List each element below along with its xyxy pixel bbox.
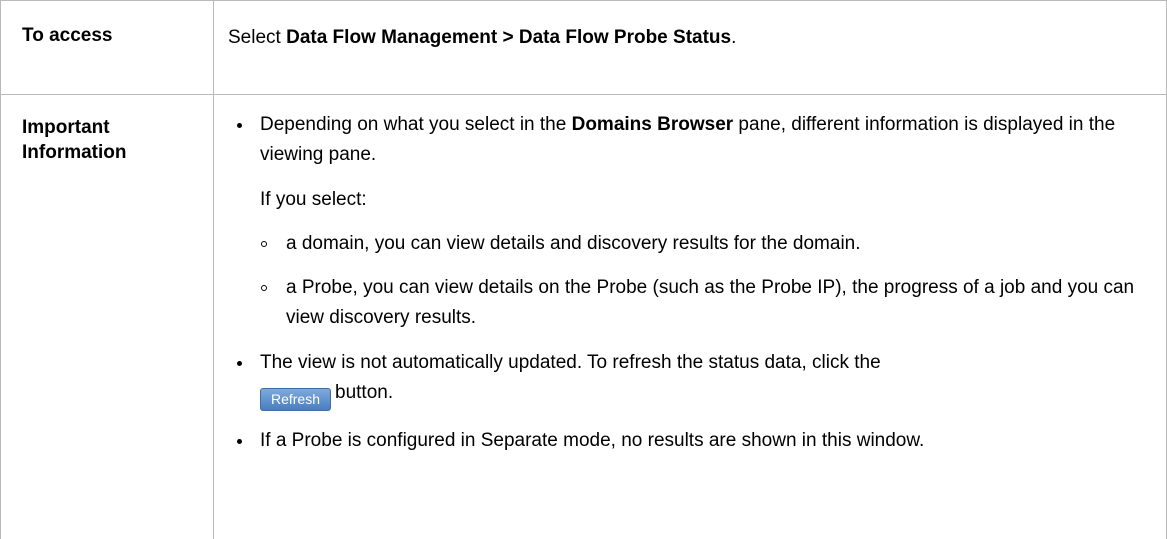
sub-list-item-probe: a Probe, you can view details on the Pro…	[260, 273, 1166, 333]
domains-browser-label: Domains Browser	[572, 114, 734, 135]
bullet-dot-icon	[237, 361, 242, 366]
refresh-button[interactable]: Refresh	[260, 388, 331, 411]
sub-item-text: a Probe, you can view details on the Pro…	[286, 277, 1134, 328]
bullet1-text-prefix: Depending on what you select in the	[260, 114, 572, 135]
table-row-important-information: Important Information Depending on what …	[1, 95, 1167, 539]
row-content-important-information: Depending on what you select in the Doma…	[214, 95, 1167, 539]
access-text-suffix: .	[731, 27, 736, 48]
sub-bullet-list: a domain, you can view details and disco…	[260, 229, 1166, 333]
sub-list-item-domain: a domain, you can view details and disco…	[260, 229, 1166, 259]
bullet-text: If a Probe is configured in Separate mod…	[260, 430, 924, 451]
row-header-to-access: To access	[1, 1, 214, 95]
bullet-dot-icon	[237, 123, 242, 128]
row-header-label-line2: Information	[22, 140, 213, 165]
if-you-select-text: If you select:	[260, 185, 1166, 215]
row-header-label-line1: Important	[22, 115, 213, 140]
bullet-text: Depending on what you select in the Doma…	[260, 110, 1166, 170]
bullet-text: The view is not automatically updated. T…	[260, 352, 881, 373]
circle-bullet-icon	[261, 285, 267, 291]
row-content-to-access: Select Data Flow Management > Data Flow …	[214, 1, 1167, 95]
sub-item-text: a domain, you can view details and disco…	[286, 233, 861, 254]
row-header-important-information: Important Information	[1, 95, 214, 539]
row-header-label: To access	[22, 25, 112, 46]
bullet-item-refresh: The view is not automatically updated. T…	[228, 348, 1166, 411]
table-row-to-access: To access Select Data Flow Management > …	[1, 1, 1167, 95]
bullet-item-separate-mode: If a Probe is configured in Separate mod…	[228, 426, 1166, 456]
access-text-prefix: Select	[228, 27, 286, 48]
menu-path: Data Flow Management > Data Flow Probe S…	[286, 27, 731, 48]
bullet-item-domains-browser: Depending on what you select in the Doma…	[228, 110, 1166, 333]
button-suffix-text: button.	[335, 382, 393, 403]
info-table: To access Select Data Flow Management > …	[0, 0, 1167, 539]
circle-bullet-icon	[261, 241, 267, 247]
bullet-dot-icon	[237, 439, 242, 444]
bullet-list: Depending on what you select in the Doma…	[228, 110, 1166, 456]
